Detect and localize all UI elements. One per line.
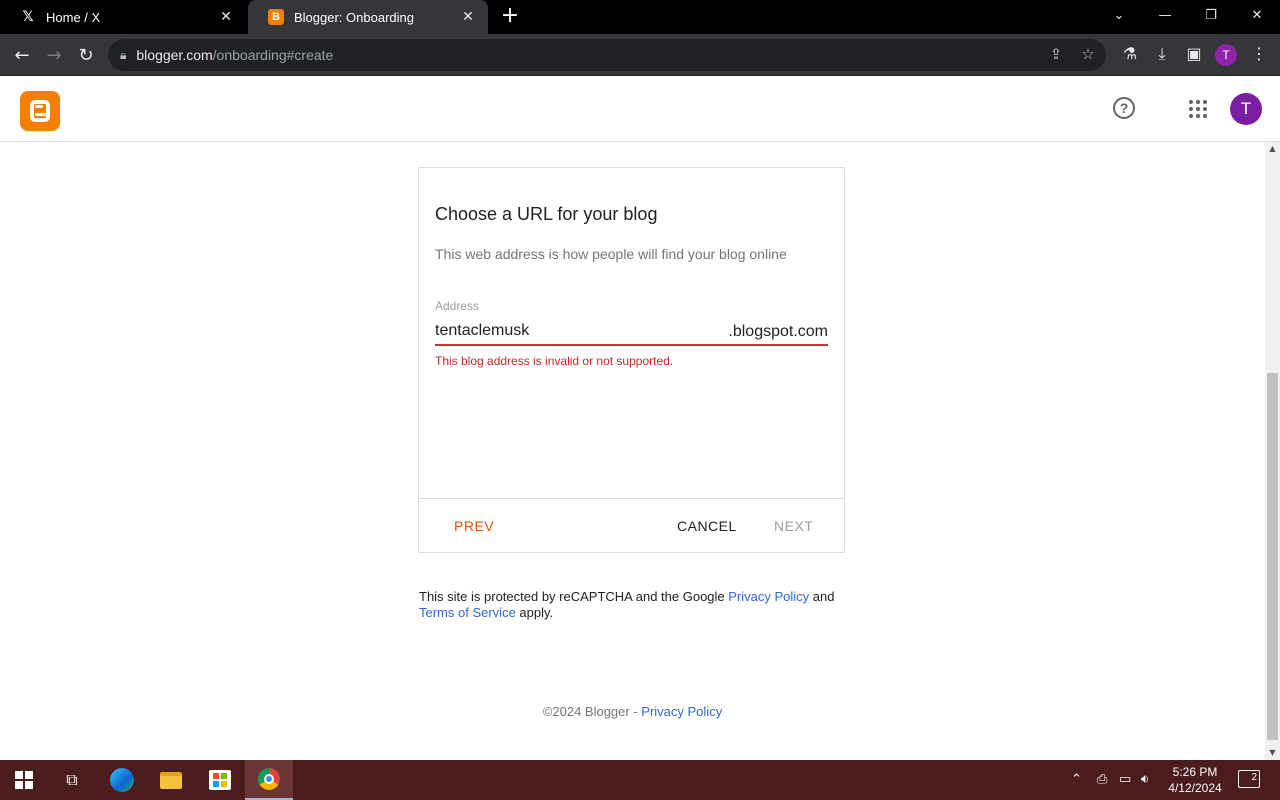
close-tab-icon[interactable]: ✕ [460,9,476,25]
url-host: blogger.com [136,47,213,63]
browser-profile-avatar[interactable]: T [1215,44,1237,66]
tab-title: Blogger: Onboarding [294,9,414,25]
minimize-button[interactable]: — [1142,0,1188,30]
tab-search-icon[interactable]: ⌄ [1096,0,1142,30]
x-logo-icon: 𝕏 [22,9,34,25]
apps-grid-icon[interactable] [1189,100,1207,118]
tab-blogger-onboarding[interactable]: B Blogger: Onboarding ✕ [248,0,488,34]
domain-suffix: .blogspot.com [728,323,828,340]
address-field-label: Address [435,299,480,313]
chrome-browser-icon[interactable] [245,760,293,800]
cancel-button[interactable]: CANCEL [677,518,737,534]
terms-of-service-link[interactable]: Terms of Service [419,605,516,620]
browser-toolbar: ← → ↻ 🔒︎ blogger.com/onboarding#create ⇪… [0,34,1280,76]
windows-taskbar: ⧉ ⌃ ⎙ ▭ 🔉︎ 5:26 PM 4/12/2024 2 [0,760,1280,800]
extension-icon[interactable]: ⚗ [1119,44,1141,66]
taskbar-clock[interactable]: 5:26 PM 4/12/2024 [1160,764,1230,796]
microsoft-store-icon[interactable] [196,760,244,800]
task-view-icon[interactable]: ⧉ [48,760,96,800]
lock-icon: 🔒︎ [120,47,127,62]
new-tab-button[interactable]: + [498,5,522,29]
download-icon[interactable]: ⤓ [1151,44,1173,66]
privacy-policy-link[interactable]: Privacy Policy [728,589,809,604]
tab-title: Home / X [46,9,101,25]
dialog-footer: PREV CANCEL NEXT [419,498,844,553]
show-hidden-icons-icon[interactable]: ⌃ [1071,772,1082,787]
restore-button[interactable]: ❐ [1188,0,1234,30]
blog-address-input[interactable] [435,322,715,340]
page-content: ? T Choose a URL for your blog This web … [0,76,1280,760]
recaptcha-apply: apply. [515,605,554,620]
clock-date: 4/12/2024 [1168,781,1222,795]
address-bar[interactable]: 🔒︎ blogger.com/onboarding#create ⇪ ☆ [108,39,1106,71]
page-footer: ©2024 Blogger - Privacy Policy [0,704,1265,719]
browser-tab-bar: 𝕏 Home / X ✕ B Blogger: Onboarding ✕ + ⌄… [0,0,1280,34]
address-error-message: This blog address is invalid or not supp… [435,354,674,368]
reload-icon[interactable]: ↻ [72,41,100,69]
recaptcha-and: and [809,589,835,604]
blogger-logo-icon[interactable] [20,91,60,131]
browser-menu-icon[interactable]: ⋮ [1248,44,1270,66]
copyright-text: ©2024 Blogger - [542,704,642,719]
file-explorer-icon[interactable] [147,760,195,800]
url-path: /onboarding#create [212,47,334,63]
notification-count: 2 [1251,772,1257,783]
notification-center-icon[interactable]: 2 [1238,770,1260,788]
start-button[interactable] [0,760,48,800]
side-panel-icon[interactable]: ▣ [1183,44,1205,66]
edge-browser-icon[interactable] [98,760,146,800]
device-icon[interactable]: ⎙ [1097,772,1107,787]
blogger-favicon-icon: B [268,9,284,25]
back-icon[interactable]: ← [8,41,36,69]
forward-icon[interactable]: → [40,41,68,69]
page-scrollbar[interactable]: ▲ ▼ [1265,142,1280,760]
close-tab-icon[interactable]: ✕ [218,9,234,25]
share-icon[interactable]: ⇪ [1046,45,1066,65]
next-button[interactable]: NEXT [774,518,813,534]
create-blog-dialog: Choose a URL for your blog This web addr… [418,167,845,553]
address-field: .blogspot.com [435,320,828,346]
recaptcha-notice: This site is protected by reCAPTCHA and … [419,589,859,621]
help-icon[interactable]: ? [1113,97,1135,119]
scroll-up-icon[interactable]: ▲ [1268,144,1277,153]
footer-privacy-link[interactable]: Privacy Policy [641,704,722,719]
dialog-description: This web address is how people will find… [435,246,787,262]
close-window-button[interactable]: ✕ [1234,0,1280,30]
scrollbar-thumb[interactable] [1267,373,1278,740]
account-avatar[interactable]: T [1230,93,1262,125]
network-icon[interactable]: ▭ [1119,772,1131,787]
recaptcha-text: This site is protected by reCAPTCHA and … [419,589,729,604]
tab-home-x[interactable]: 𝕏 Home / X ✕ [0,0,246,34]
scroll-down-icon[interactable]: ▼ [1268,748,1277,757]
app-header: ? T [0,76,1280,142]
prev-button[interactable]: PREV [454,518,494,534]
bookmark-star-icon[interactable]: ☆ [1078,45,1098,65]
windows-logo-icon [15,771,33,789]
volume-icon[interactable]: 🔉︎ [1141,772,1149,787]
clock-time: 5:26 PM [1172,765,1218,779]
dialog-title: Choose a URL for your blog [435,204,658,224]
